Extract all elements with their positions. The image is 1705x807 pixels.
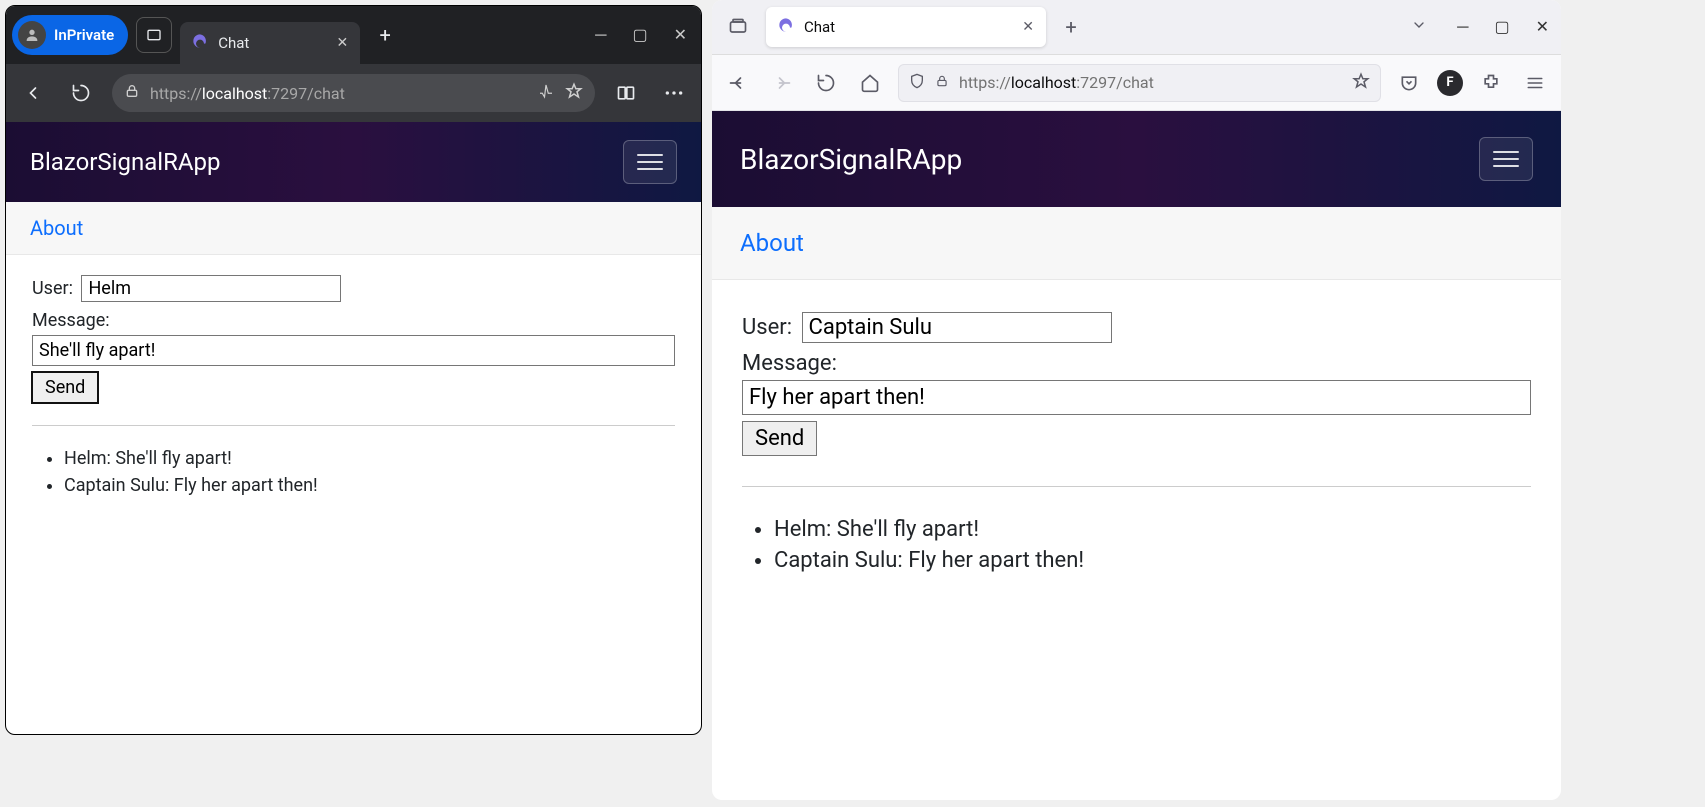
tab-overview-button[interactable] <box>136 17 172 53</box>
page-body: User: Message: Send Helm: She'll fly apa… <box>712 280 1561 611</box>
list-item: Captain Sulu: Fly her apart then! <box>774 548 1531 573</box>
url-path: :7297/chat <box>1076 73 1154 92</box>
back-button[interactable] <box>722 67 754 99</box>
lock-icon[interactable] <box>935 73 949 93</box>
firefox-window: Chat ✕ + ─ ▢ ✕ <box>712 0 1561 800</box>
close-window-icon[interactable]: ✕ <box>1536 17 1549 37</box>
maximize-icon[interactable]: ▢ <box>1494 17 1509 37</box>
url-host: localhost <box>202 84 267 103</box>
app-header: BlazorSignalRApp <box>6 122 701 202</box>
url-scheme: https:// <box>959 73 1011 92</box>
app-title: BlazorSignalRApp <box>740 143 962 176</box>
profile-avatar-icon <box>18 21 46 49</box>
tab-list-button[interactable] <box>1411 17 1427 37</box>
menu-button[interactable] <box>1519 67 1551 99</box>
refresh-button[interactable] <box>64 76 98 110</box>
profile-inprivate-label: InPrivate <box>54 26 114 44</box>
about-bar: About <box>712 207 1561 280</box>
browser-tab-title: Chat <box>218 34 326 52</box>
browser-tab[interactable]: Chat ✕ <box>180 22 360 64</box>
message-label: Message: <box>32 310 675 331</box>
account-button[interactable]: F <box>1437 70 1463 96</box>
page-body: User: Message: Send Helm: She'll fly apa… <box>6 255 701 522</box>
minimize-icon[interactable]: ─ <box>595 25 606 45</box>
split-screen-icon[interactable] <box>609 76 643 110</box>
user-label: User: <box>742 315 792 340</box>
user-label: User: <box>32 278 73 299</box>
user-input[interactable] <box>81 275 341 302</box>
firefox-view-button[interactable] <box>720 9 756 45</box>
list-item: Helm: She'll fly apart! <box>64 448 675 469</box>
edge-toolbar: https://localhost:7297/chat <box>6 64 701 122</box>
blazor-favicon-icon <box>778 17 794 37</box>
hamburger-menu-button[interactable] <box>623 140 677 184</box>
address-bar[interactable]: https://localhost:7297/chat <box>112 74 595 112</box>
about-link[interactable]: About <box>30 216 83 240</box>
edge-window: InPrivate Chat ✕ + ─ ▢ ✕ <box>5 5 702 735</box>
close-window-icon[interactable]: ✕ <box>674 25 687 45</box>
url-host: localhost <box>1011 73 1076 92</box>
message-input[interactable] <box>742 380 1531 415</box>
home-button[interactable] <box>854 67 886 99</box>
user-row: User: <box>742 312 1531 343</box>
window-controls: ─ ▢ ✕ <box>1457 17 1553 37</box>
url-text: https://localhost:7297/chat <box>959 73 1154 92</box>
user-input[interactable] <box>802 312 1112 343</box>
pocket-icon[interactable] <box>1393 67 1425 99</box>
minimize-icon[interactable]: ─ <box>1457 17 1468 37</box>
new-tab-button[interactable]: + <box>1056 15 1086 39</box>
url-scheme: https:// <box>150 84 202 103</box>
extensions-icon[interactable] <box>1475 67 1507 99</box>
browser-tab-title: Chat <box>804 18 1012 36</box>
send-button[interactable]: Send <box>742 421 817 456</box>
browser-tab[interactable]: Chat ✕ <box>766 7 1046 47</box>
message-list: Helm: She'll fly apart! Captain Sulu: Fly… <box>32 448 675 496</box>
close-tab-icon[interactable]: ✕ <box>336 35 348 51</box>
forward-button <box>766 67 798 99</box>
firefox-toolbar: https://localhost:7297/chat F <box>712 55 1561 111</box>
hamburger-menu-button[interactable] <box>1479 137 1533 181</box>
blazor-favicon-icon <box>192 33 208 53</box>
message-input[interactable] <box>32 335 675 366</box>
app-header: BlazorSignalRApp <box>712 111 1561 207</box>
url-path: :7297/chat <box>267 84 345 103</box>
back-button[interactable] <box>16 76 50 110</box>
shield-icon[interactable] <box>909 72 925 94</box>
firefox-titlebar: Chat ✕ + ─ ▢ ✕ <box>712 0 1561 55</box>
new-tab-button[interactable]: + <box>368 23 402 47</box>
read-aloud-icon[interactable] <box>537 82 555 104</box>
about-link[interactable]: About <box>740 229 804 257</box>
about-bar: About <box>6 202 701 255</box>
list-item: Captain Sulu: Fly her apart then! <box>64 475 675 496</box>
divider <box>32 425 675 426</box>
menu-button[interactable] <box>657 76 691 110</box>
lock-icon <box>124 83 140 103</box>
divider <box>742 486 1531 487</box>
send-button[interactable]: Send <box>32 372 98 403</box>
user-row: User: <box>32 275 675 302</box>
bookmark-icon[interactable] <box>1352 72 1370 94</box>
profile-inprivate-pill[interactable]: InPrivate <box>12 15 128 55</box>
list-item: Helm: She'll fly apart! <box>774 517 1531 542</box>
refresh-button[interactable] <box>810 67 842 99</box>
maximize-icon[interactable]: ▢ <box>632 25 647 45</box>
edge-titlebar: InPrivate Chat ✕ + ─ ▢ ✕ <box>6 6 701 64</box>
close-tab-icon[interactable]: ✕ <box>1022 19 1034 35</box>
app-title: BlazorSignalRApp <box>30 148 221 176</box>
message-label: Message: <box>742 351 1531 376</box>
favorite-icon[interactable] <box>565 82 583 104</box>
message-list: Helm: She'll fly apart! Captain Sulu: Fly… <box>742 517 1531 573</box>
address-bar[interactable]: https://localhost:7297/chat <box>898 64 1381 102</box>
window-controls: ─ ▢ ✕ <box>595 25 695 45</box>
url-text: https://localhost:7297/chat <box>150 84 345 103</box>
